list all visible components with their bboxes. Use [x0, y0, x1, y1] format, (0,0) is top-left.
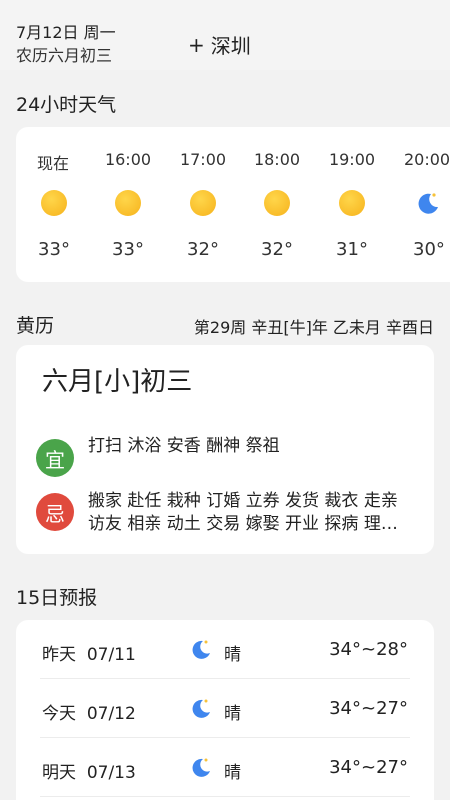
forecast-row[interactable]: 今天 07/12 晴 34°~27° — [16, 679, 434, 738]
ji-badge: 忌 — [36, 493, 74, 531]
sun-icon — [41, 190, 67, 216]
almanac-card[interactable]: 六月[小]初三 宜 打扫 沐浴 安香 酬神 祭祖 忌 搬家 赴任 栽种 订婚 立… — [16, 345, 434, 554]
forecast-title: 15日预报 — [16, 587, 98, 609]
almanac-info: 第29周 辛丑[牛]年 乙未月 辛酉日 — [193, 318, 434, 337]
sun-icon — [264, 190, 290, 216]
hourly-forecast-card[interactable]: 现在 33° 16:00 33° 17:00 32° 18:00 32° 19:… — [16, 127, 450, 282]
lunar-date: 农历六月初三 — [16, 46, 113, 65]
hour-time: 19:00 — [328, 150, 376, 169]
ji-items: 搬家 赴任 栽种 订婚 立券 发货 裁衣 走亲 访友 相亲 动土 交易 嫁娶 开… — [88, 491, 398, 534]
add-city-button[interactable]: + 深圳 — [188, 30, 251, 59]
hour-temp: 31° — [336, 239, 368, 260]
hour-temp: 33° — [112, 239, 144, 260]
moon-icon — [414, 190, 440, 216]
moon-icon — [188, 697, 212, 721]
divider — [40, 796, 410, 797]
hour-item: 17:00 32° — [173, 127, 233, 282]
current-date: 7月12日 周一 — [16, 23, 116, 42]
almanac-lunar-date: 六月[小]初三 — [42, 367, 193, 397]
yi-items: 打扫 沐浴 安香 酬神 祭祖 — [88, 436, 280, 456]
hour-item: 19:00 31° — [322, 127, 382, 282]
hour-time: 20:00 — [404, 150, 450, 169]
forecast-temp: 34°~27° — [329, 698, 408, 719]
hour-item: 18:00 32° — [247, 127, 307, 282]
hour-temp: 32° — [261, 239, 293, 260]
forecast-card: 昨天 07/11 晴 34°~28° 今天 07/12 晴 34°~27° 明天… — [16, 620, 434, 800]
forecast-day: 今天 07/12 — [42, 704, 136, 724]
forecast-temp: 34°~28° — [329, 639, 408, 660]
sun-icon — [339, 190, 365, 216]
plus-icon: + — [188, 32, 205, 57]
moon-icon — [188, 756, 212, 780]
hour-time: 17:00 — [179, 150, 227, 169]
yi-badge: 宜 — [36, 439, 74, 477]
hour-temp: 33° — [38, 239, 70, 260]
hour-item: 20:00 30° — [396, 127, 450, 282]
top-header: 7月12日 周一 农历六月初三 + 深圳 — [0, 0, 450, 70]
city-name: 深圳 — [210, 34, 251, 58]
almanac-title: 黄历 — [16, 315, 55, 337]
hour-time: 现在 — [37, 154, 70, 173]
sun-icon — [115, 190, 141, 216]
forecast-day: 明天 07/13 — [42, 763, 136, 783]
forecast-row[interactable]: 明天 07/13 晴 34°~27° — [16, 738, 434, 797]
forecast-condition: 晴 — [224, 704, 241, 724]
forecast-condition: 晴 — [224, 763, 241, 783]
forecast-row[interactable]: 昨天 07/11 晴 34°~28° — [16, 620, 434, 679]
moon-icon — [188, 638, 212, 662]
hour-time: 18:00 — [253, 150, 301, 169]
hour-time: 16:00 — [104, 150, 152, 169]
hourly-title: 24小时天气 — [16, 94, 117, 116]
hour-temp: 30° — [413, 239, 445, 260]
forecast-day: 昨天 07/11 — [42, 645, 136, 665]
hour-item: 现在 33° — [24, 127, 84, 282]
sun-icon — [190, 190, 216, 216]
hour-item: 16:00 33° — [98, 127, 158, 282]
hour-temp: 32° — [187, 239, 219, 260]
forecast-temp: 34°~27° — [329, 757, 408, 778]
forecast-condition: 晴 — [224, 645, 241, 665]
